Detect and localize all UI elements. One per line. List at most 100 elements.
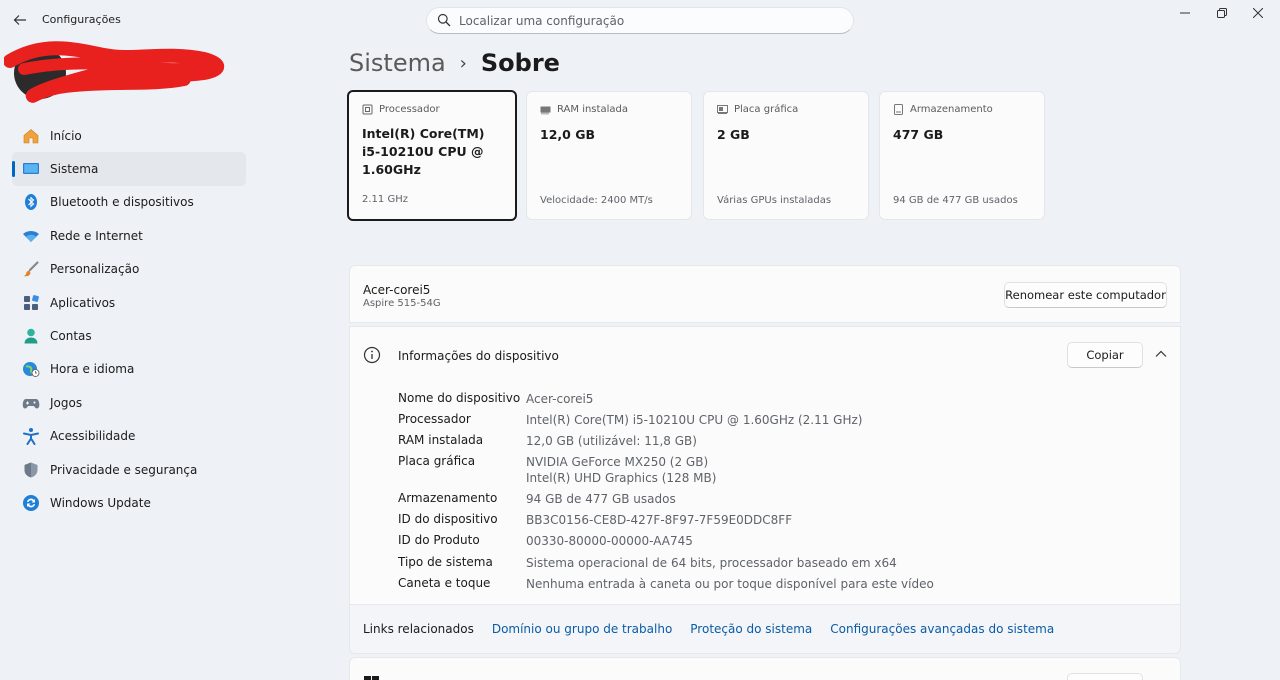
spec-row: Placa gráfica NVIDIA GeForce MX250 (2 GB… [398, 454, 716, 486]
link-domain-workgroup[interactable]: Domínio ou grupo de trabalho [492, 622, 672, 636]
spec-row: RAM instalada 12,0 GB (utilizável: 11,8 … [398, 433, 697, 449]
sidebar-item-label: Acessibilidade [50, 429, 136, 444]
gpu-icon [717, 105, 728, 114]
copy-button-secondary[interactable] [1067, 673, 1143, 680]
card-value: 2 GB [717, 127, 750, 142]
card-storage[interactable]: Armazenamento 477 GB 94 GB de 477 GB usa… [879, 91, 1045, 220]
search-input[interactable] [459, 11, 839, 31]
account-icon [22, 327, 40, 345]
card-header: Processador [362, 104, 440, 115]
sidebar-item-personalizacao[interactable]: Personalização [12, 253, 246, 286]
spec-label: Nome do dispositivo [398, 391, 521, 405]
back-button[interactable] [8, 8, 32, 32]
sidebar-item-label: Windows Update [50, 495, 151, 510]
user-profile[interactable]: Alves [4, 41, 244, 103]
rename-computer-button[interactable]: Renomear este computador [1004, 282, 1167, 308]
sidebar-item-hora-idioma[interactable]: Hora e idioma [12, 353, 246, 386]
related-links-title: Links relacionados [363, 622, 474, 636]
spec-value: 12,0 GB (utilizável: 11,8 GB) [526, 434, 697, 448]
card-subtext: 94 GB de 477 GB usados [893, 195, 1018, 206]
spec-label: Placa gráfica [398, 454, 476, 468]
close-button[interactable] [1240, 0, 1276, 26]
spec-value-line: NVIDIA GeForce MX250 (2 GB) [526, 455, 709, 469]
sidebar-item-label: Hora e idioma [50, 362, 135, 377]
sidebar-item-sistema[interactable]: Sistema [12, 152, 246, 186]
title-bar: Configurações [0, 0, 1280, 40]
device-info-header[interactable]: Informações do dispositivo Copiar [349, 326, 1181, 382]
sidebar-item-jogos[interactable]: Jogos [12, 386, 246, 419]
storage-icon [894, 104, 903, 115]
breadcrumb-separator: › [459, 52, 467, 74]
sidebar-item-bluetooth[interactable]: Bluetooth e dispositivos [12, 186, 246, 219]
card-value: 12,0 GB [540, 127, 595, 142]
copy-button[interactable]: Copiar [1067, 342, 1143, 368]
spec-row: ID do dispositivo BB3C0156-CE8D-427F-8F9… [398, 512, 792, 528]
sidebar-item-label: Personalização [50, 262, 140, 277]
link-system-protection[interactable]: Proteção do sistema [690, 622, 812, 636]
spec-label: Armazenamento [398, 491, 498, 505]
card-value: 477 GB [893, 127, 944, 142]
card-title: Armazenamento [910, 104, 993, 115]
spec-row: Nome do dispositivo Acer-corei5 [398, 391, 593, 407]
sidebar-item-aplicativos[interactable]: Aplicativos [12, 286, 246, 319]
spec-value: BB3C0156-CE8D-427F-8F97-7F59E0DDC8FF [526, 513, 793, 527]
sidebar-item-rede[interactable]: Rede e Internet [12, 219, 246, 252]
arrow-left-icon [13, 15, 26, 25]
card-processor[interactable]: Processador Intel(R) Core(TM) i5-10210U … [347, 90, 517, 221]
system-icon [22, 160, 40, 178]
sidebar-item-label: Privacidade e segurança [50, 462, 198, 477]
related-links-panel: Links relacionados Domínio ou grupo de t… [349, 604, 1181, 654]
sidebar-item-label: Início [50, 128, 82, 143]
chevron-up-icon[interactable] [1154, 349, 1168, 359]
sidebar-nav: Início Sistema Bluetooth e dispositivos … [12, 119, 246, 520]
link-advanced-settings[interactable]: Configurações avançadas do sistema [830, 622, 1054, 636]
card-subtext: 2.11 GHz [362, 194, 408, 205]
card-title: RAM instalada [557, 104, 628, 115]
globe-clock-icon [22, 360, 40, 378]
spec-value: Intel(R) Core(TM) i5-10210U CPU @ 1.60GH… [526, 413, 863, 427]
breadcrumb-parent[interactable]: Sistema [349, 49, 446, 77]
spec-row: Tipo de sistema Sistema operacional de 6… [398, 555, 897, 571]
brush-icon [22, 260, 40, 278]
card-ram[interactable]: RAM instalada 12,0 GB Velocidade: 2400 M… [526, 91, 692, 220]
sidebar-item-privacidade[interactable]: Privacidade e segurança [12, 453, 246, 486]
page-title: Sobre [480, 49, 560, 77]
spec-row: Caneta e toque Nenhuma entrada à caneta … [398, 576, 934, 592]
spec-value: Acer-corei5 [526, 392, 594, 406]
sidebar-item-inicio[interactable]: Início [12, 119, 246, 152]
card-subtext: Velocidade: 2400 MT/s [540, 195, 653, 206]
sidebar-item-contas[interactable]: Contas [12, 319, 246, 352]
restore-button[interactable] [1204, 0, 1240, 26]
computer-model: Aspire 515-54G [363, 298, 441, 309]
minimize-icon [1180, 12, 1190, 14]
gamepad-icon [22, 394, 40, 412]
computer-name: Acer-corei5 [363, 283, 431, 297]
card-header: Armazenamento [893, 104, 993, 115]
card-value: Intel(R) Core(TM) i5-10210U CPU @ 1.60GH… [362, 126, 485, 177]
ram-icon [540, 106, 551, 115]
card-gpu[interactable]: Placa gráfica 2 GB Várias GPUs instalada… [703, 91, 869, 220]
apps-icon [22, 294, 40, 312]
spec-value-line: Intel(R) UHD Graphics (128 MB) [526, 471, 717, 485]
home-icon [22, 127, 40, 145]
sidebar-item-acessibilidade[interactable]: Acessibilidade [12, 420, 246, 453]
windows-logo-icon [364, 676, 379, 680]
computer-name-panel: Acer-corei5 Aspire 515-54G Renomear este… [349, 265, 1181, 323]
restore-icon [1217, 8, 1227, 18]
shield-icon [22, 461, 40, 479]
spec-value-multiline: NVIDIA GeForce MX250 (2 GB) Intel(R) UHD… [526, 454, 716, 486]
redaction-scribble [4, 41, 225, 103]
accessibility-icon [22, 427, 40, 446]
breadcrumb: Sistema › Sobre [349, 46, 560, 80]
minimize-button[interactable] [1167, 0, 1203, 26]
related-links: Links relacionados Domínio ou grupo de t… [363, 622, 1072, 636]
search-box[interactable] [426, 7, 854, 34]
card-header: RAM instalada [540, 104, 628, 115]
spec-value: 94 GB de 477 GB usados [526, 492, 676, 506]
spec-label: ID do Produto [398, 533, 480, 547]
spec-row: Armazenamento 94 GB de 477 GB usados [398, 491, 676, 507]
close-icon [1253, 8, 1263, 18]
spec-row: ID do Produto 00330-80000-00000-AA745 [398, 533, 693, 549]
sidebar-item-windows-update[interactable]: Windows Update [12, 486, 246, 519]
bluetooth-icon [22, 193, 40, 211]
